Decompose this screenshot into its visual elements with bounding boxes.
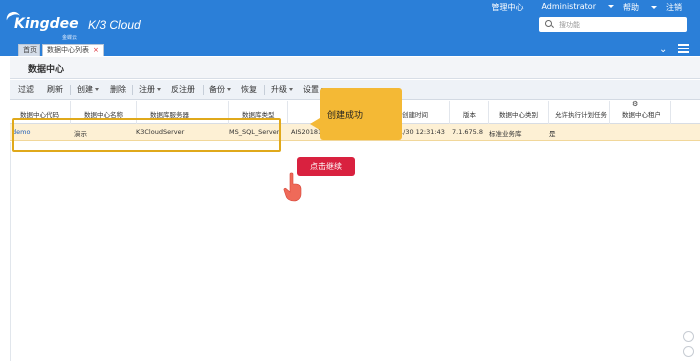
- highlight-frame: [12, 118, 281, 152]
- refresh-button[interactable]: 刷新: [47, 84, 63, 95]
- search-icon: [545, 20, 552, 27]
- tab-home[interactable]: 首页: [18, 44, 40, 56]
- filter-button[interactable]: 过滤: [18, 84, 34, 95]
- callout-text: 创建成功: [327, 111, 364, 121]
- product-name: K/3 Cloud: [88, 18, 141, 32]
- page-title: 数据中心: [28, 65, 65, 75]
- cell-category: 标准业务库: [489, 130, 522, 138]
- toolbar-divider: [70, 85, 71, 95]
- menu-management-center[interactable]: 管理中心: [491, 2, 532, 13]
- pointing-hand-icon: [283, 172, 302, 202]
- register-button[interactable]: 注册: [139, 84, 161, 95]
- brand-name: Kingdee: [14, 16, 79, 32]
- toolbar-divider: [203, 85, 204, 95]
- help-icon[interactable]: [683, 331, 694, 342]
- brand-subtitle: 金蝶云: [62, 35, 78, 41]
- chevron-down-icon: [227, 88, 231, 91]
- toolbar-divider: [264, 85, 265, 95]
- column-divider[interactable]: [488, 101, 489, 124]
- column-header-allow-schedule[interactable]: 允许执行计划任务: [555, 109, 607, 119]
- upgrade-button[interactable]: 升级: [271, 84, 293, 95]
- column-header-category[interactable]: 数据中心类别: [499, 109, 538, 119]
- cell-version: 7.1.675.8: [452, 128, 484, 136]
- success-callout: 创建成功: [310, 88, 402, 140]
- close-icon[interactable]: ×: [93, 46, 99, 54]
- top-menu: 管理中心 Administrator 帮助 注销: [491, 2, 700, 13]
- chevron-down-icon: [651, 6, 657, 9]
- column-divider[interactable]: [670, 101, 671, 124]
- search-placeholder: 搜功能: [559, 21, 580, 29]
- hamburger-menu-icon[interactable]: [678, 44, 689, 53]
- top-header: Kingdee 金蝶云 K/3 Cloud 管理中心 Administrator…: [0, 0, 700, 56]
- column-header-version[interactable]: 版本: [463, 109, 476, 119]
- backup-button[interactable]: 备份: [209, 84, 231, 95]
- chevron-down-icon: [608, 5, 614, 8]
- cell-allow-schedule: 是: [549, 130, 556, 138]
- column-header-tenant[interactable]: 数据中心租户: [622, 109, 661, 119]
- create-button[interactable]: 创建: [77, 84, 99, 95]
- column-divider[interactable]: [548, 101, 549, 124]
- delete-button[interactable]: 删除: [110, 84, 126, 95]
- toolbar-divider: [132, 85, 133, 95]
- continue-button[interactable]: 点击继续: [297, 157, 355, 176]
- menu-user[interactable]: Administrator: [541, 2, 614, 13]
- menu-logout[interactable]: 注销: [666, 2, 691, 13]
- cell-created-time: 1/30 12:31:43: [399, 128, 445, 136]
- chevron-down-icon: [289, 88, 293, 91]
- column-divider[interactable]: [609, 101, 610, 124]
- settings-icon[interactable]: ⚙: [632, 100, 638, 108]
- grid-body-empty-area: [10, 142, 700, 361]
- page-title-bar: 数据中心: [10, 57, 700, 79]
- menu-help[interactable]: 帮助: [623, 2, 657, 13]
- function-search-input[interactable]: 搜功能: [539, 17, 687, 32]
- column-divider[interactable]: [287, 101, 288, 124]
- tab-data-center-list[interactable]: 数据中心列表 ×: [42, 44, 104, 56]
- column-divider[interactable]: [449, 101, 450, 124]
- tab-label: 数据中心列表: [47, 46, 89, 54]
- double-chevron-down-icon[interactable]: ⌄: [659, 44, 667, 55]
- chevron-down-icon: [157, 88, 161, 91]
- chat-icon[interactable]: [683, 346, 694, 357]
- unregister-button[interactable]: 反注册: [171, 84, 195, 95]
- column-header-created-time[interactable]: 创建时间: [402, 109, 428, 119]
- chevron-down-icon: [95, 88, 99, 91]
- restore-button[interactable]: 恢复: [241, 84, 257, 95]
